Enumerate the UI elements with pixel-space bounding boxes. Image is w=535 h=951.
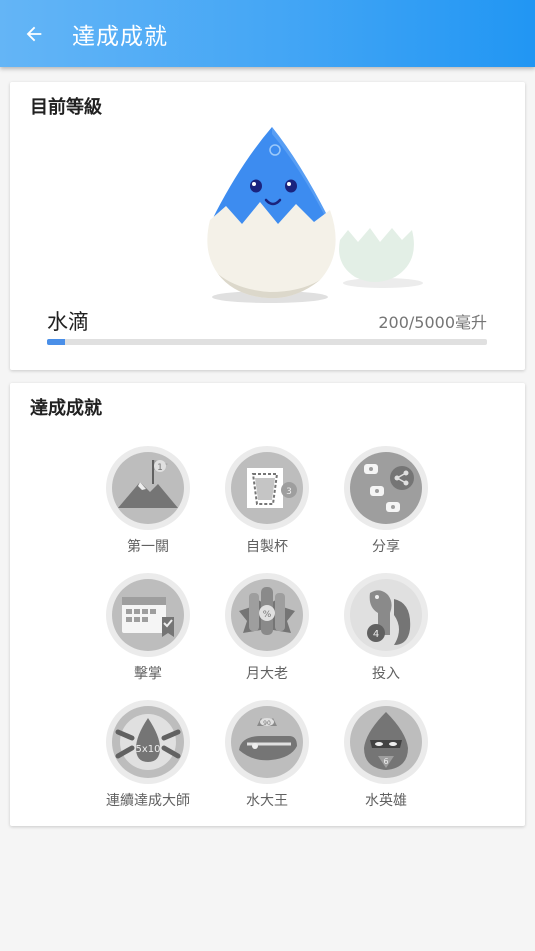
achievement-label: 第一關	[127, 539, 169, 555]
level-progress-text: 200/5000毫升	[378, 313, 487, 332]
achievement-label: 擊掌	[134, 666, 162, 682]
achievement-label: 水大王	[246, 793, 288, 809]
arrow-left-icon	[26, 26, 42, 41]
squirrel-badge-icon: 4	[344, 573, 428, 657]
svg-text:5x10: 5x10	[135, 744, 160, 755]
svg-text:%: %	[263, 610, 272, 620]
water-drop-mascot-illustration	[207, 127, 423, 303]
svg-text:90: 90	[263, 720, 271, 727]
achievement-water-king[interactable]: 90 水大王	[217, 700, 317, 810]
app-bar: 達成成就	[0, 0, 535, 67]
achievement-monthly-boss[interactable]: % 月大老	[217, 573, 317, 683]
achievement-high-five[interactable]: 擊掌	[98, 573, 198, 683]
svg-text:4: 4	[373, 629, 379, 640]
svg-text:3: 3	[286, 487, 292, 497]
achievement-label: 自製杯	[246, 539, 288, 555]
achievement-label: 連續達成大師	[106, 793, 190, 809]
svg-text:6: 6	[383, 757, 388, 766]
achievement-water-hero[interactable]: 6 水英雄	[336, 700, 436, 810]
mountain-flag-badge-icon: 1	[106, 446, 190, 530]
svg-text:1: 1	[157, 463, 163, 473]
achievement-label: 月大老	[246, 666, 288, 682]
achievement-label: 分享	[372, 539, 400, 555]
level-section-title: 目前等級	[30, 97, 102, 118]
level-name: 水滴	[47, 310, 89, 334]
back-button[interactable]	[20, 20, 48, 48]
whale-badge-icon: 90	[225, 700, 309, 784]
achievement-invest[interactable]: 4 投入	[336, 573, 436, 683]
bottles-badge-icon: %	[225, 573, 309, 657]
achievement-label: 投入	[372, 666, 400, 682]
level-progress-fill	[47, 339, 65, 345]
achievement-streak-master[interactable]: 5x10 連續達成大師	[98, 700, 198, 810]
level-card: 目前等級 水滴 200/5000毫升	[10, 82, 525, 370]
custom-cup-badge-icon: 3	[225, 446, 309, 530]
achievement-label: 水英雄	[365, 793, 407, 809]
achievement-custom-cup[interactable]: 3 自製杯	[217, 446, 317, 556]
level-progress-bar	[47, 339, 487, 345]
hero-badge-icon: 6	[344, 700, 428, 784]
calendar-badge-icon	[106, 573, 190, 657]
achievement-first-level[interactable]: 1 第一關	[98, 446, 198, 556]
achievements-card: 達成成就 1 第一關 3 自製杯 分享 擊掌 % 月大老 4 投入 5x10 連…	[10, 383, 525, 826]
chain-drop-badge-icon: 5x10	[106, 700, 190, 784]
share-badge-icon	[344, 446, 428, 530]
achievement-share[interactable]: 分享	[336, 446, 436, 556]
achievements-grid: 1 第一關 3 自製杯 分享 擊掌 % 月大老 4 投入 5x10 連續達成大師…	[10, 383, 525, 826]
page-title: 達成成就	[72, 23, 168, 50]
